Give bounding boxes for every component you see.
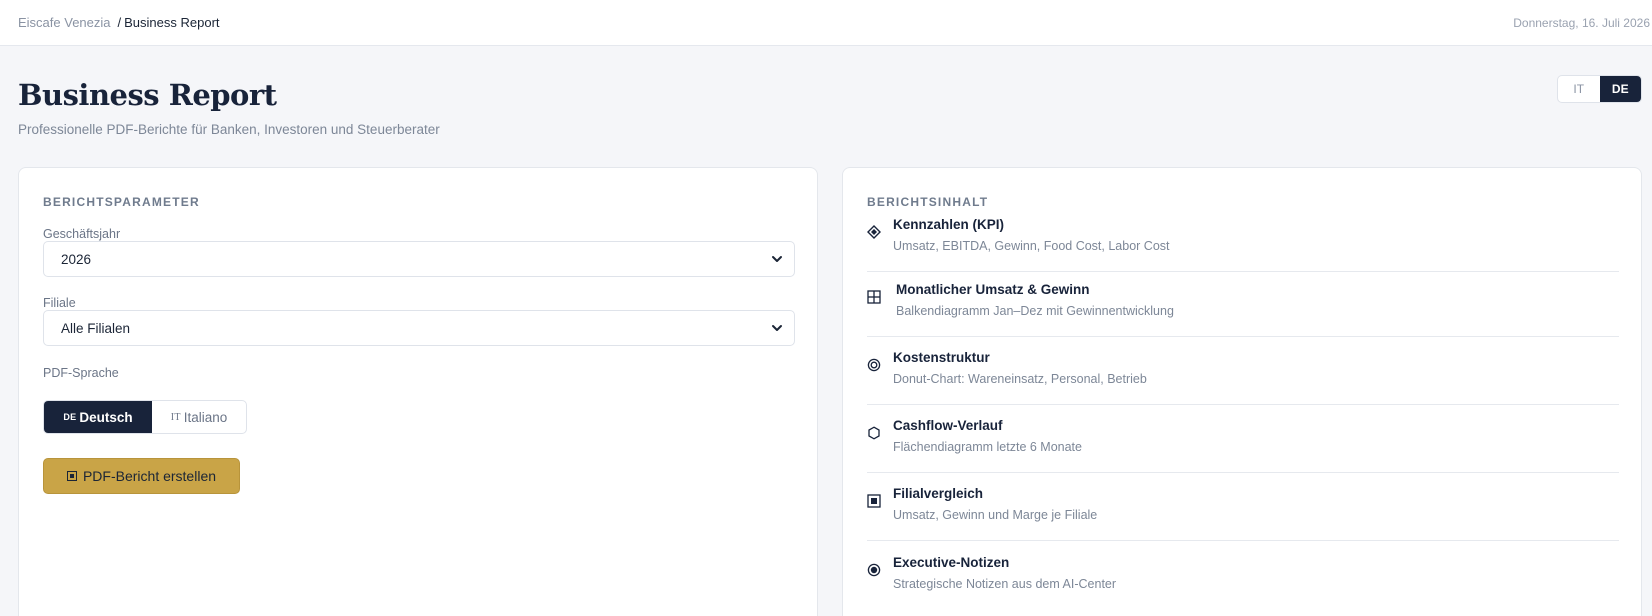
page-subtitle: Professionelle PDF-Berichte für Banken, … [18,122,440,137]
donut-icon [867,358,881,372]
page-title: Business Report [18,78,277,112]
generate-pdf-button[interactable]: PDF-Bericht erstellen [43,458,240,494]
ui-language-de[interactable]: DE [1599,76,1641,102]
list-item: Monatlicher Umsatz & Gewinn Balkendiagra… [867,282,1619,350]
diamond-icon [867,225,881,239]
branch-select[interactable]: Alle Filialen [43,310,795,346]
fiscal-year-value: 2026 [61,251,92,267]
pdf-language-deutsch-label: Deutsch [79,409,133,425]
hexagon-icon [868,426,880,440]
list-item-description: Donut-Chart: Wareneinsatz, Personal, Bet… [893,372,1147,386]
list-item-description: Umsatz, Gewinn und Marge je Filiale [893,508,1098,522]
breadcrumb-root[interactable]: Eiscafe Venezia [18,15,111,30]
square-icon [867,494,881,508]
fiscal-year-label: Geschäftsjahr [43,227,121,241]
breadcrumb: Eiscafe Venezia / Business Report [18,15,220,30]
ui-language-it[interactable]: IT [1558,76,1600,102]
divider [867,336,1619,337]
divider [867,271,1619,272]
grid-icon [867,290,881,304]
pdf-language-deutsch-button[interactable]: DE Deutsch [44,401,152,433]
list-item: Kennzahlen (KPI) Umsatz, EBITDA, Gewinn,… [867,217,1619,285]
pdf-language-italiano-button[interactable]: IT Italiano [152,401,246,433]
ui-language-toggle: IT DE [1557,75,1642,103]
list-item-description: Flächendiagramm letzte 6 Monate [893,440,1082,454]
divider [867,540,1619,541]
list-item-title: Cashflow-Verlauf [893,418,1003,433]
list-item-title: Filialvergleich [893,486,984,501]
list-item: Kostenstruktur Donut-Chart: Wareneinsatz… [867,350,1619,418]
report-parameters-heading: BERICHTSPARAMETER [43,195,200,209]
de-flag-icon: DE [63,412,77,422]
report-parameters-card: BERICHTSPARAMETER Geschäftsjahr 2026 Fil… [18,167,818,616]
pdf-language-selector: DE Deutsch IT Italiano [43,400,247,434]
pdf-language-label: PDF-Sprache [43,366,119,380]
chevron-down-icon [772,256,782,262]
pdf-language-italiano-label: Italiano [183,409,228,425]
list-item-description: Balkendiagramm Jan–Dez mit Gewinnentwick… [896,304,1174,318]
radio-icon [867,563,881,577]
divider [867,472,1619,473]
report-contents-heading: BERICHTSINHALT [867,195,989,209]
list-item-title: Kennzahlen (KPI) [893,217,1005,232]
report-contents-card: BERICHTSINHALT Kennzahlen (KPI) Umsatz, … [842,167,1642,616]
breadcrumb-separator: / [117,15,122,30]
generate-pdf-label: PDF-Bericht erstellen [82,468,217,484]
chevron-down-icon [772,325,782,331]
list-item-description: Umsatz, EBITDA, Gewinn, Food Cost, Labor… [893,239,1170,253]
list-item: Cashflow-Verlauf Flächendiagramm letzte … [867,418,1619,486]
current-date: Donnerstag, 16. Juli 2026 [1513,16,1650,30]
breadcrumb-current: Business Report [124,15,220,30]
list-item-description: Strategische Notizen aus dem AI-Center [893,577,1117,591]
list-item: Executive-Notizen Strategische Notizen a… [867,555,1619,616]
divider [867,404,1619,405]
top-bar: Eiscafe Venezia / Business Report Donnerst… [0,0,1652,46]
branch-label: Filiale [43,296,76,310]
branch-value: Alle Filialen [61,320,131,336]
list-item-title: Monatlicher Umsatz & Gewinn [896,282,1090,297]
document-icon [66,471,77,481]
it-flag-icon: IT [170,411,181,423]
list-item-title: Kostenstruktur [893,350,990,365]
list-item-title: Executive-Notizen [893,555,1010,570]
list-item: Filialvergleich Umsatz, Gewinn und Marge… [867,486,1619,554]
fiscal-year-select[interactable]: 2026 [43,241,795,277]
